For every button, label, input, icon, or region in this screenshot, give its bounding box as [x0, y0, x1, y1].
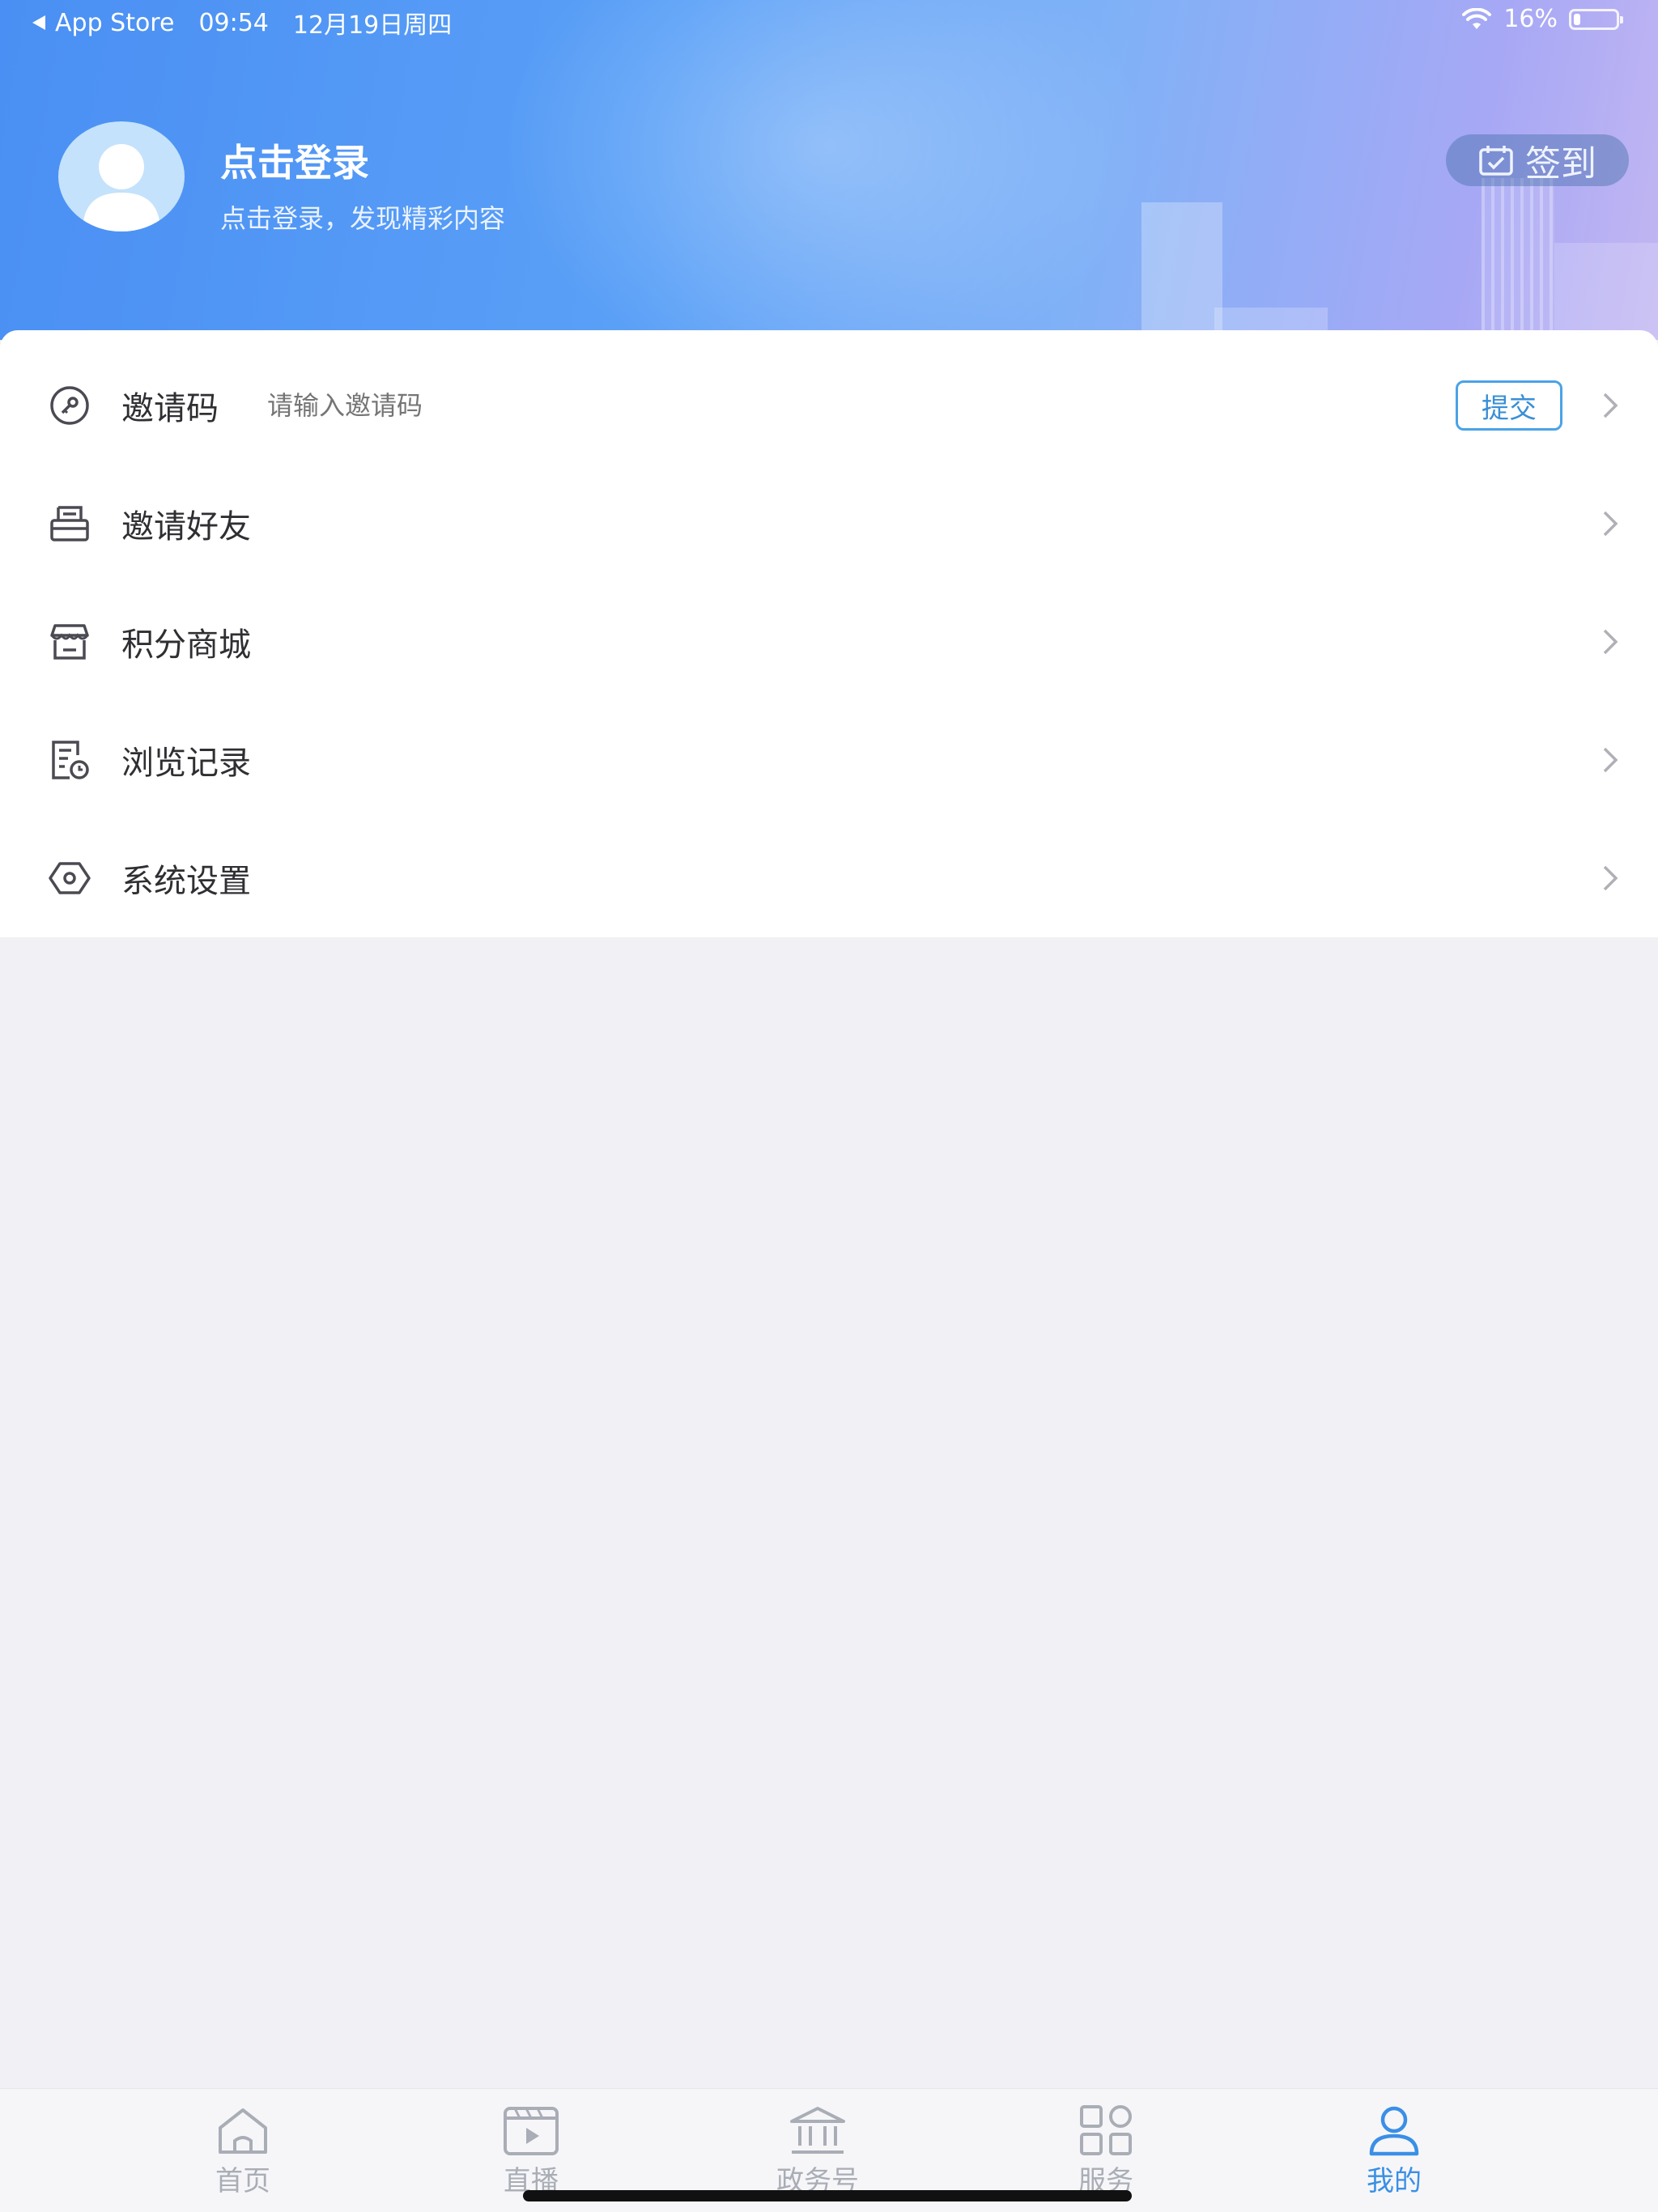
- profile-header: App Store 09:54 12月19日周四 16% 点击登录 点击登录，发…: [0, 0, 1658, 340]
- store-icon: [50, 624, 89, 660]
- tab-home[interactable]: 首页: [186, 2104, 300, 2201]
- tab-services[interactable]: 服务: [1049, 2104, 1163, 2201]
- chevron-right-icon: [1603, 747, 1618, 773]
- back-arrow-icon[interactable]: [32, 15, 45, 30]
- home-indicator[interactable]: [523, 2190, 1132, 2201]
- submit-button[interactable]: 提交: [1456, 380, 1562, 431]
- tab-government[interactable]: 政务号: [761, 2104, 874, 2201]
- chevron-right-icon: [1603, 511, 1618, 537]
- signin-button[interactable]: 签到: [1446, 134, 1629, 186]
- menu-item-points-store[interactable]: 积分商城: [0, 583, 1658, 701]
- header-glow: [502, 0, 1150, 340]
- login-title[interactable]: 点击登录: [220, 134, 369, 187]
- status-date: 12月19日周四: [292, 11, 453, 40]
- menu-item-label: 邀请好友: [121, 508, 251, 546]
- status-bar: App Store 09:54 12月19日周四 16%: [0, 5, 1658, 40]
- tab-label: 首页: [215, 2165, 270, 2197]
- tab-profile[interactable]: 我的: [1337, 2104, 1451, 2201]
- header-decoration: [1554, 243, 1658, 340]
- user-avatar-icon: [83, 144, 160, 231]
- services-icon: [1080, 2105, 1132, 2155]
- signin-label: 签到: [1525, 143, 1596, 185]
- menu-item-label: 浏览记录: [121, 745, 251, 782]
- home-icon: [219, 2108, 267, 2154]
- invite-friend-icon: [50, 506, 89, 541]
- battery-percent: 16%: [1503, 5, 1558, 33]
- calendar-check-icon: [1479, 146, 1513, 176]
- key-icon: [50, 386, 89, 425]
- tab-label: 我的: [1367, 2165, 1422, 2197]
- chevron-right-icon: [1603, 865, 1618, 891]
- battery-icon: [1569, 8, 1623, 30]
- menu-item-system-settings[interactable]: 系统设置: [0, 819, 1658, 937]
- menu-item-browse-history[interactable]: 浏览记录: [0, 701, 1658, 819]
- tab-live[interactable]: 直播: [474, 2104, 588, 2201]
- login-subtitle: 点击登录，发现精彩内容: [220, 203, 506, 234]
- header-decoration: [1141, 202, 1222, 340]
- chevron-right-icon: [1603, 629, 1618, 655]
- government-icon: [790, 2107, 845, 2154]
- back-app-label[interactable]: App Store: [55, 9, 174, 37]
- menu-item-label: 积分商城: [121, 626, 251, 664]
- invite-code-label: 邀请码: [121, 390, 219, 427]
- menu-item-invite-friends[interactable]: 邀请好友: [0, 465, 1658, 583]
- history-icon: [52, 741, 89, 779]
- menu-item-label: 系统设置: [121, 863, 251, 900]
- status-time: 09:54: [198, 8, 269, 37]
- profile-icon: [1369, 2106, 1419, 2156]
- invite-code-row[interactable]: 邀请码 提交: [0, 346, 1658, 465]
- wifi-icon: [1462, 7, 1492, 29]
- header-decoration: [1482, 178, 1554, 340]
- settings-icon: [49, 862, 91, 894]
- invite-code-input[interactable]: [266, 389, 755, 422]
- menu-list: 邀请码 提交 邀请好友 积分商城: [0, 330, 1658, 937]
- live-icon: [504, 2107, 559, 2155]
- avatar[interactable]: [58, 121, 185, 231]
- chevron-right-icon: [1603, 393, 1618, 418]
